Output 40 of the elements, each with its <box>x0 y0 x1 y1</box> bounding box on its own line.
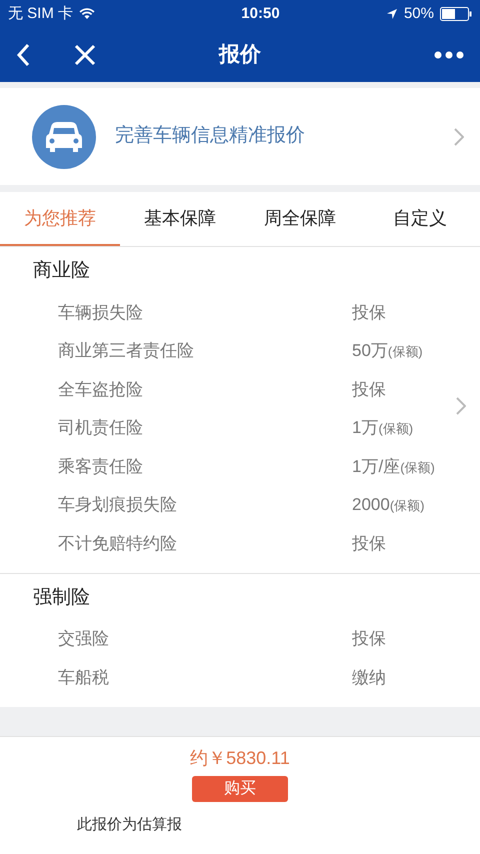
clock-text: 10:50 <box>241 4 280 24</box>
banner-text: 完善车辆信息精准报价 <box>115 124 305 148</box>
buy-button[interactable]: 购买 <box>192 776 288 802</box>
wifi-icon <box>79 8 96 20</box>
price-text: 约￥5830.11 <box>190 746 290 770</box>
car-icon <box>32 104 96 168</box>
vehicle-info-banner[interactable]: 完善车辆信息精准报价 <box>0 88 480 185</box>
coverage-name: 车辆损失险 <box>57 302 144 324</box>
coverage-value: 缴纳 <box>352 666 386 688</box>
coverage-value: 2000(保额) <box>352 494 424 516</box>
coverage-name: 商业第三者责任险 <box>57 340 195 362</box>
coverage-value: 投保 <box>352 628 386 650</box>
coverage-name: 司机责任险 <box>57 417 144 439</box>
location-icon <box>386 8 398 20</box>
carrier-text: 无 SIM 卡 <box>8 4 74 24</box>
coverage-name: 全车盗抢险 <box>57 378 144 400</box>
section-title: 强制险 <box>32 586 91 610</box>
section-title: 商业险 <box>32 259 91 283</box>
coverage-value: 投保 <box>352 302 386 324</box>
disclaimer-text: 此报价为估算报 <box>77 814 182 834</box>
coverage-value: 50万(保额) <box>352 340 423 362</box>
battery-icon <box>440 7 472 21</box>
coverage-name: 车身划痕损失险 <box>57 494 178 516</box>
tab[interactable]: 基本保障 <box>120 192 240 246</box>
coverage-name: 车船税 <box>57 666 110 688</box>
coverage-name: 乘客责任险 <box>57 456 144 478</box>
coverage-value: 1万/座(保额) <box>352 456 435 478</box>
coverage-value: 投保 <box>352 378 386 400</box>
chevron-right-icon <box>454 128 464 146</box>
tab[interactable]: 周全保障 <box>240 192 360 246</box>
coverage-name: 不计免赔特约险 <box>57 532 178 554</box>
back-button[interactable] <box>16 43 30 67</box>
close-button[interactable] <box>74 44 96 66</box>
coverage-value: 投保 <box>352 532 386 554</box>
coverage-value: 1万(保额) <box>352 417 414 439</box>
battery-text: 50% <box>404 4 434 24</box>
more-button[interactable] <box>434 51 464 59</box>
page-title: 报价 <box>219 42 261 68</box>
tab[interactable]: 自定义 <box>360 192 480 246</box>
coverage-name: 交强险 <box>57 628 110 650</box>
